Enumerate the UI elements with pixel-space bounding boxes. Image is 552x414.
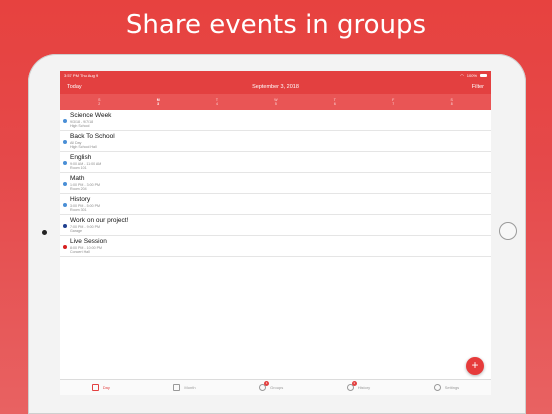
event-title: Science Week — [70, 112, 112, 119]
event-color-dot — [63, 224, 67, 228]
notification-badge: 1 — [264, 381, 270, 386]
event-row[interactable]: Math 1:00 PM - 3:00 PM Room 204 — [60, 173, 491, 194]
tab-settings[interactable]: Settings — [433, 384, 460, 391]
tab-month[interactable]: Month — [173, 384, 196, 391]
week-day[interactable]: S8 — [451, 98, 453, 107]
event-row[interactable]: Work on our project! 7:00 PM - 9:00 PM G… — [60, 215, 491, 236]
event-list: Science Week 9/3/18 - 9/7/18 High School… — [60, 110, 491, 257]
tab-history[interactable]: 1 History — [346, 381, 371, 391]
week-strip: S2 M3 T4 W5 T6 F7 S8 — [60, 94, 491, 110]
week-day[interactable]: T4 — [216, 98, 218, 107]
tab-bar: Day Month 1 Groups 1 History Settings — [60, 379, 491, 395]
today-button[interactable]: Today — [67, 84, 82, 90]
battery-icon — [480, 74, 487, 77]
calendar-month-icon — [173, 384, 181, 391]
event-row[interactable]: Science Week 9/3/18 - 9/7/18 High School — [60, 110, 491, 131]
week-day[interactable]: T6 — [334, 98, 336, 107]
week-day-selected[interactable]: M3 — [157, 98, 160, 107]
tab-label: Settings — [444, 385, 460, 390]
calendar-day-icon — [91, 384, 99, 391]
event-row[interactable]: English 9:00 AM - 11:00 AM Room 101 — [60, 152, 491, 173]
headline: Share events in groups — [125, 10, 427, 40]
event-row[interactable]: History 3:00 PM - 5:00 PM Room 301 — [60, 194, 491, 215]
event-title: Math — [70, 175, 85, 182]
tab-label: Day — [102, 385, 110, 390]
add-event-button[interactable]: + — [466, 357, 484, 375]
event-location: Garage — [70, 229, 82, 234]
tab-day[interactable]: Day — [91, 384, 110, 391]
wifi-icon: ◠ — [460, 73, 464, 78]
event-title: History — [70, 196, 91, 203]
event-color-dot — [63, 203, 67, 207]
battery-percent: 100% — [466, 73, 477, 78]
event-color-dot — [63, 119, 67, 123]
event-location: Room 204 — [70, 187, 87, 192]
status-bar: 3:57 PM Thu Aug 9 ◠ 100% — [60, 71, 491, 80]
status-time: 3:57 PM — [64, 73, 79, 78]
tab-label: Groups — [270, 385, 284, 390]
event-color-dot — [63, 140, 67, 144]
history-icon: 1 — [346, 381, 357, 391]
event-location: Concert Hall — [70, 250, 90, 255]
event-title: Work on our project! — [70, 217, 129, 224]
event-location: High School Hall — [70, 145, 97, 150]
event-row[interactable]: Back To School All Day High School Hall — [60, 131, 491, 152]
app-screen: 3:57 PM Thu Aug 9 ◠ 100% Today September… — [60, 71, 491, 395]
event-location: Room 101 — [70, 166, 87, 171]
home-button[interactable] — [499, 222, 517, 240]
week-day[interactable]: S2 — [98, 98, 100, 107]
event-color-dot — [63, 245, 67, 249]
tab-label: Month — [184, 385, 196, 390]
event-location: High School — [70, 124, 90, 129]
event-title: English — [70, 154, 92, 161]
filter-button[interactable]: Filter — [472, 84, 484, 90]
status-date: Thu Aug 9 — [79, 73, 99, 78]
event-color-dot — [63, 161, 67, 165]
event-color-dot — [63, 182, 67, 186]
tab-groups[interactable]: 1 Groups — [259, 381, 284, 391]
event-row[interactable]: Live Session 8:00 PM - 10:00 PM Concert … — [60, 236, 491, 257]
week-day[interactable]: F7 — [392, 98, 394, 107]
notification-badge: 1 — [351, 381, 357, 386]
camera — [42, 230, 47, 235]
date-title: September 3, 2018 — [252, 84, 299, 90]
event-title: Live Session — [70, 238, 107, 245]
week-day[interactable]: W5 — [274, 98, 277, 107]
event-location: Room 301 — [70, 208, 87, 213]
tab-label: History — [357, 385, 371, 390]
groups-icon: 1 — [259, 381, 270, 391]
event-title: Back To School — [70, 133, 115, 140]
gear-icon — [433, 384, 441, 391]
navigation-bar: Today September 3, 2018 Filter — [60, 80, 491, 94]
